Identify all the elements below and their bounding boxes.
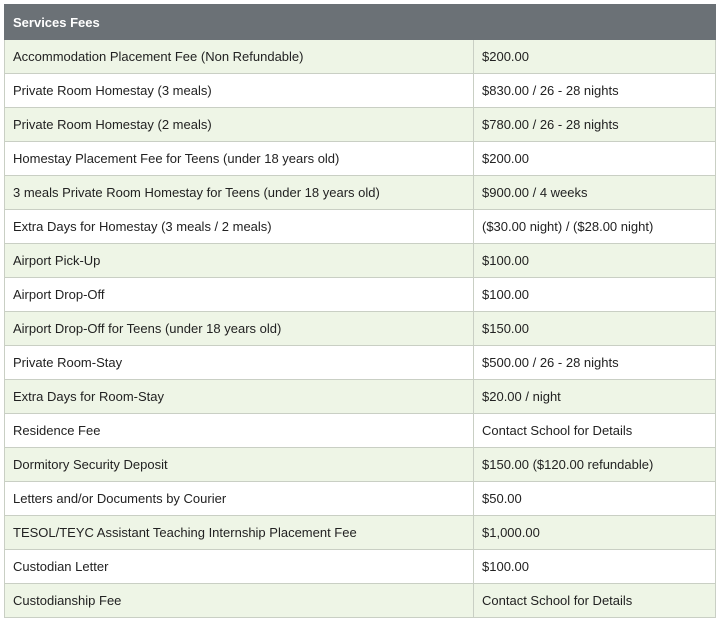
- service-price-cell: $100.00: [472, 243, 717, 278]
- service-price-cell: $900.00 / 4 weeks: [472, 175, 717, 210]
- service-name-cell: Private Room Homestay (3 meals): [4, 73, 474, 108]
- table-row: Homestay Placement Fee for Teens (under …: [4, 141, 717, 176]
- table-row: Residence Fee Contact School for Details: [4, 413, 717, 448]
- service-name-cell: Letters and/or Documents by Courier: [4, 481, 474, 516]
- service-name-cell: Custodian Letter: [4, 549, 474, 584]
- table-header-title: Services Fees: [3, 4, 717, 40]
- table-row: Custodianship Fee Contact School for Deta…: [4, 583, 717, 618]
- table-row: Airport Pick-Up $100.00: [4, 243, 717, 278]
- table-row: Private Room Homestay (2 meals) $780.00 /…: [4, 107, 717, 142]
- service-price-cell: $1,000.00: [472, 515, 717, 550]
- table-row: Dormitory Security Deposit $150.00 ($120.…: [4, 447, 717, 482]
- service-name-cell: Custodianship Fee: [4, 583, 474, 618]
- service-price-cell: $500.00 / 26 - 28 nights: [472, 345, 717, 380]
- service-name-cell: Private Room Homestay (2 meals): [4, 107, 474, 142]
- table-row: Airport Drop-Off for Teens (under 18 yea…: [4, 311, 717, 346]
- service-name-cell: Airport Drop-Off for Teens (under 18 yea…: [4, 311, 474, 346]
- service-price-cell: ($30.00 night) / ($28.00 night): [472, 209, 717, 244]
- service-price-cell: $830.00 / 26 - 28 nights: [472, 73, 717, 108]
- service-name-cell: Residence Fee: [4, 413, 474, 448]
- service-name-cell: Airport Drop-Off: [4, 277, 474, 312]
- table-row: Extra Days for Homestay (3 meals / 2 mea…: [4, 209, 717, 244]
- service-price-cell: $20.00 / night: [472, 379, 717, 414]
- table-row: 3 meals Private Room Homestay for Teens …: [4, 175, 717, 210]
- service-price-cell: $50.00: [472, 481, 717, 516]
- table-row: Private Room-Stay $500.00 / 26 - 28 night…: [4, 345, 717, 380]
- table-row: Airport Drop-Off $100.00: [4, 277, 717, 312]
- table-row: Private Room Homestay (3 meals) $830.00 /…: [4, 73, 717, 108]
- service-name-cell: TESOL/TEYC Assistant Teaching Internship…: [4, 515, 474, 550]
- service-name-cell: Private Room-Stay: [4, 345, 474, 380]
- service-price-cell: $200.00: [472, 141, 717, 176]
- service-name-cell: Homestay Placement Fee for Teens (under …: [4, 141, 474, 176]
- table-row: TESOL/TEYC Assistant Teaching Internship…: [4, 515, 717, 550]
- service-price-cell: Contact School for Details: [472, 583, 717, 618]
- service-price-cell: $780.00 / 26 - 28 nights: [472, 107, 717, 142]
- table-row: Extra Days for Room-Stay $20.00 / night: [4, 379, 717, 414]
- service-price-cell: $200.00: [472, 39, 717, 74]
- service-price-cell: $150.00: [472, 311, 717, 346]
- service-name-cell: 3 meals Private Room Homestay for Teens …: [4, 175, 474, 210]
- table-row: Accommodation Placement Fee (Non Refunda…: [4, 39, 717, 74]
- table-header-row: Services Fees: [3, 4, 717, 40]
- service-price-cell: $100.00: [472, 277, 717, 312]
- service-name-cell: Dormitory Security Deposit: [4, 447, 474, 482]
- service-price-cell: $150.00 ($120.00 refundable): [472, 447, 717, 482]
- table-row: Custodian Letter $100.00: [4, 549, 717, 584]
- service-name-cell: Accommodation Placement Fee (Non Refunda…: [4, 39, 474, 74]
- table-body: Accommodation Placement Fee (Non Refunda…: [4, 39, 717, 618]
- service-name-cell: Airport Pick-Up: [4, 243, 474, 278]
- service-price-cell: $100.00: [472, 549, 717, 584]
- service-price-cell: Contact School for Details: [472, 413, 717, 448]
- service-name-cell: Extra Days for Homestay (3 meals / 2 mea…: [4, 209, 474, 244]
- services-fees-table: Services Fees Accommodation Placement Fe…: [3, 4, 717, 618]
- table-row: Letters and/or Documents by Courier $50.0…: [4, 481, 717, 516]
- service-name-cell: Extra Days for Room-Stay: [4, 379, 474, 414]
